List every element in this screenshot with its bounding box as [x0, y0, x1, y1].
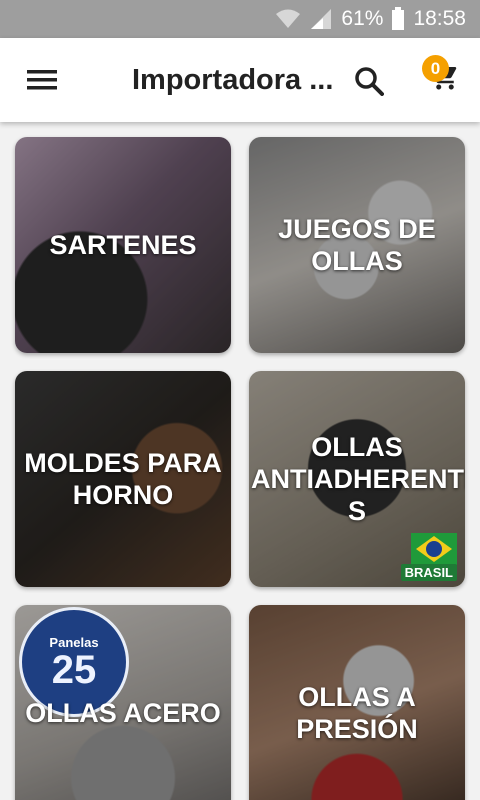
status-bar: 61% 18:58 [0, 0, 480, 38]
battery-percent: 61% [341, 7, 384, 30]
search-button[interactable] [348, 60, 390, 102]
battery-icon [391, 7, 405, 31]
category-card-sartenes[interactable]: SARTENES [15, 137, 231, 353]
signal-icon [309, 8, 333, 30]
brazil-flag-icon [411, 533, 457, 565]
category-label: OLLAS ANTIADHERENTE S [251, 432, 465, 526]
category-card-ollas-a-presion[interactable]: OLLAS A PRESIÓN [249, 605, 465, 800]
category-label: MOLDES PARA HORNO [24, 448, 222, 510]
category-grid: SARTENES JUEGOS DE OLLAS MOLDES PARA HOR… [0, 122, 480, 800]
category-card-juegos-de-ollas[interactable]: JUEGOS DE OLLAS [249, 137, 465, 353]
wifi-icon [275, 8, 301, 30]
category-label: OLLAS ACERO [25, 698, 221, 728]
cart-count-badge: 0 [422, 55, 449, 82]
category-card-moldes-para-horno[interactable]: MOLDES PARA HORNO [15, 371, 231, 587]
menu-button[interactable] [20, 60, 64, 100]
menu-icon [27, 70, 57, 90]
search-icon [355, 67, 384, 96]
clock: 18:58 [413, 7, 466, 30]
category-label: OLLAS A PRESIÓN [296, 682, 418, 744]
page-title: Importadora ... [132, 64, 334, 96]
category-card-ollas-acero[interactable]: Panelas 25 OLLAS ACERO [15, 605, 231, 800]
category-label: SARTENES [49, 230, 197, 260]
brasil-badge: BRASIL [400, 564, 457, 581]
seal-number: 25 [51, 647, 97, 692]
app-bar: Importadora ... 0 [0, 38, 480, 122]
category-card-ollas-antiadherentes[interactable]: BRASIL OLLAS ANTIADHERENTE S [249, 371, 465, 587]
category-label: JUEGOS DE OLLAS [278, 214, 436, 276]
